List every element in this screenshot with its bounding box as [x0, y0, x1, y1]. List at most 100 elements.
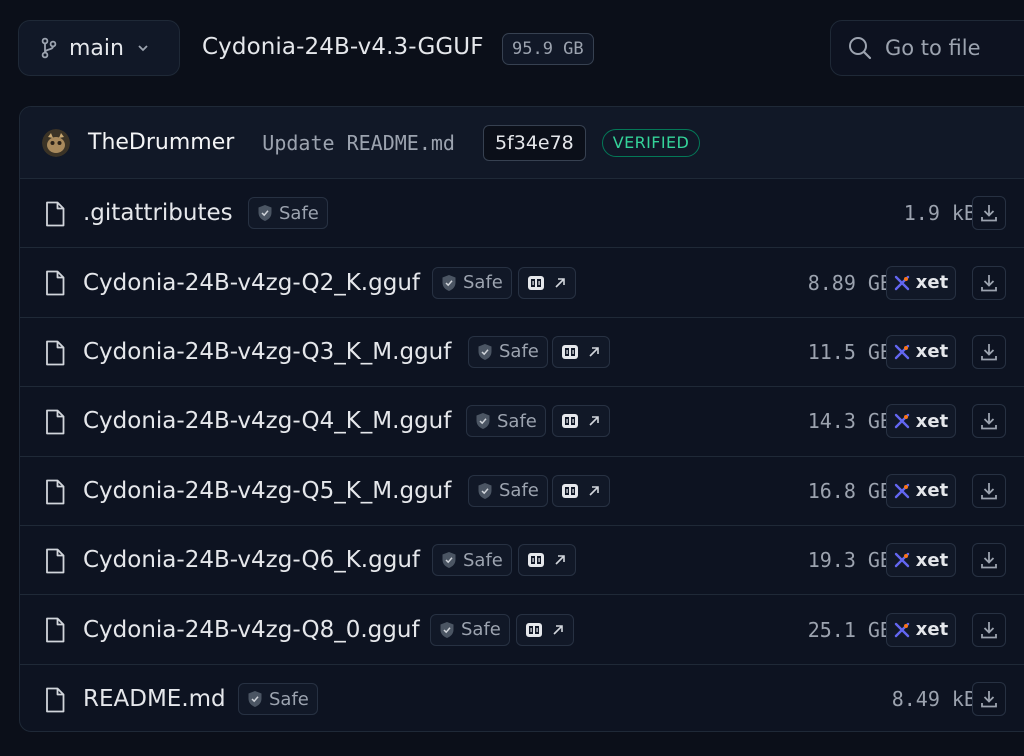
- file-badges: Safe: [468, 335, 548, 368]
- gguf-icon: [528, 275, 544, 290]
- file-icon: [46, 548, 65, 574]
- download-icon: [981, 691, 997, 708]
- download-button[interactable]: [972, 612, 1006, 647]
- commit-sha[interactable]: 5f34e78: [482, 124, 586, 161]
- avatar[interactable]: [42, 128, 70, 157]
- safe-badge[interactable]: Safe: [430, 613, 510, 646]
- commit-message[interactable]: Update README.md: [262, 131, 455, 155]
- safe-label: Safe: [497, 410, 537, 432]
- safe-badge[interactable]: Safe: [238, 683, 318, 716]
- gguf-viewer-link[interactable]: [518, 544, 576, 577]
- file-row: Cydonia-24B-v4zg-Q6_K.gguf Safe 19.3 GB: [20, 526, 1024, 596]
- gguf-viewer-link[interactable]: [552, 474, 610, 507]
- file-row: Cydonia-24B-v4zg-Q5_K_M.gguf Safe 16.8 G…: [20, 457, 1024, 526]
- file-list-panel: TheDrummer Update README.md 5f34e78 VERI…: [19, 106, 1024, 732]
- file-size: 25.1 GB: [807, 617, 892, 642]
- branch-name: main: [69, 35, 124, 61]
- download-button[interactable]: [972, 473, 1006, 508]
- git-branch-icon: [41, 37, 57, 59]
- gguf-viewer-link[interactable]: [516, 613, 574, 646]
- xet-logo-icon: [894, 483, 909, 498]
- gguf-viewer-link[interactable]: [552, 335, 610, 368]
- xet-logo-icon: [894, 344, 909, 360]
- download-button[interactable]: [972, 334, 1006, 369]
- file-row: README.md Safe 8.49 kB: [20, 665, 1024, 731]
- file-row: Cydonia-24B-v4zg-Q8_0.gguf Safe 25.1 GB: [20, 595, 1024, 665]
- xet-logo-icon: [894, 414, 909, 429]
- file-name-link[interactable]: Cydonia-24B-v4zg-Q5_K_M.gguf: [83, 478, 451, 504]
- download-icon: [981, 413, 997, 430]
- file-name-link[interactable]: Cydonia-24B-v4zg-Q3_K_M.gguf: [83, 339, 451, 365]
- xet-storage-badge[interactable]: xet: [886, 473, 956, 508]
- file-size: 19.3 GB: [807, 548, 892, 573]
- file-name-link[interactable]: .gitattributes: [83, 200, 233, 226]
- file-size: 8.89 GB: [807, 270, 892, 295]
- download-button[interactable]: [972, 404, 1006, 439]
- download-button[interactable]: [972, 265, 1006, 300]
- file-name-link[interactable]: Cydonia-24B-v4zg-Q6_K.gguf: [83, 547, 420, 573]
- last-commit-bar: TheDrummer Update README.md 5f34e78 VERI…: [20, 107, 1024, 179]
- safe-badge[interactable]: Safe: [248, 197, 328, 230]
- xet-logo-icon: [894, 622, 909, 637]
- safe-badge[interactable]: Safe: [468, 474, 548, 507]
- gguf-icon: [562, 414, 578, 429]
- xet-storage-badge[interactable]: xet: [886, 543, 956, 578]
- shield-check-icon: [248, 691, 262, 708]
- go-to-file-search[interactable]: Go to file: [830, 20, 1024, 76]
- safe-badge[interactable]: Safe: [466, 405, 546, 438]
- download-button[interactable]: [972, 682, 1006, 717]
- download-icon: [981, 621, 997, 638]
- file-badges: Safe: [238, 683, 318, 716]
- file-icon: [46, 409, 65, 435]
- external-link-arrow-icon: [589, 485, 599, 496]
- verified-badge: VERIFIED: [601, 128, 701, 157]
- download-icon: [981, 482, 997, 500]
- file-badges: Safe: [468, 474, 548, 507]
- file-icon: [46, 617, 65, 643]
- file-name-link[interactable]: Cydonia-24B-v4zg-Q4_K_M.gguf: [83, 408, 451, 434]
- file-name-link[interactable]: README.md: [83, 686, 226, 712]
- file-size: 11.5 GB: [807, 339, 892, 364]
- file-row: Cydonia-24B-v4zg-Q4_K_M.gguf Safe 14.3 G…: [20, 387, 1024, 457]
- file-icon: [46, 687, 65, 713]
- safe-badge[interactable]: Safe: [432, 266, 512, 299]
- gguf-viewer-link[interactable]: [518, 266, 576, 299]
- shield-check-icon: [258, 205, 272, 222]
- external-link-arrow-icon: [555, 555, 565, 565]
- xet-label: xet: [915, 480, 949, 502]
- shield-check-icon: [478, 482, 492, 499]
- file-name-link[interactable]: Cydonia-24B-v4zg-Q2_K.gguf: [83, 270, 420, 296]
- safe-label: Safe: [463, 549, 503, 571]
- shield-check-icon: [442, 274, 456, 291]
- safe-badge[interactable]: Safe: [468, 335, 548, 368]
- xet-logo-icon: [894, 552, 909, 568]
- download-button[interactable]: [972, 196, 1006, 231]
- gguf-icon: [562, 483, 578, 498]
- repo-name: Cydonia-24B-v4.3-GGUF: [202, 34, 484, 60]
- file-badges: Safe: [432, 266, 512, 299]
- file-name-link[interactable]: Cydonia-24B-v4zg-Q8_0.gguf: [83, 617, 420, 643]
- xet-label: xet: [915, 549, 949, 571]
- chevron-down-icon: [138, 45, 148, 52]
- file-badges: Safe: [432, 544, 512, 577]
- xet-storage-badge[interactable]: xet: [886, 265, 956, 300]
- download-icon: [981, 552, 997, 569]
- safe-badge[interactable]: Safe: [432, 544, 512, 577]
- xet-storage-badge[interactable]: xet: [886, 612, 956, 647]
- xet-storage-badge[interactable]: xet: [886, 334, 956, 369]
- download-icon: [981, 343, 997, 361]
- safe-label: Safe: [269, 688, 309, 710]
- commit-author[interactable]: TheDrummer: [88, 130, 234, 155]
- safe-label: Safe: [499, 480, 539, 502]
- shield-check-icon: [442, 552, 456, 569]
- file-badges: Safe: [466, 405, 546, 438]
- file-row: Cydonia-24B-v4zg-Q3_K_M.gguf Safe 11.5 G…: [20, 318, 1024, 388]
- file-size: 1.9 kB: [903, 201, 976, 226]
- xet-storage-badge[interactable]: xet: [886, 404, 956, 439]
- branch-selector[interactable]: main: [18, 20, 180, 76]
- xet-label: xet: [915, 341, 949, 363]
- xet-label: xet: [915, 410, 949, 432]
- gguf-viewer-link[interactable]: [552, 405, 610, 438]
- file-row: .gitattributes Safe 1.9 kB: [20, 179, 1024, 249]
- download-button[interactable]: [972, 543, 1006, 578]
